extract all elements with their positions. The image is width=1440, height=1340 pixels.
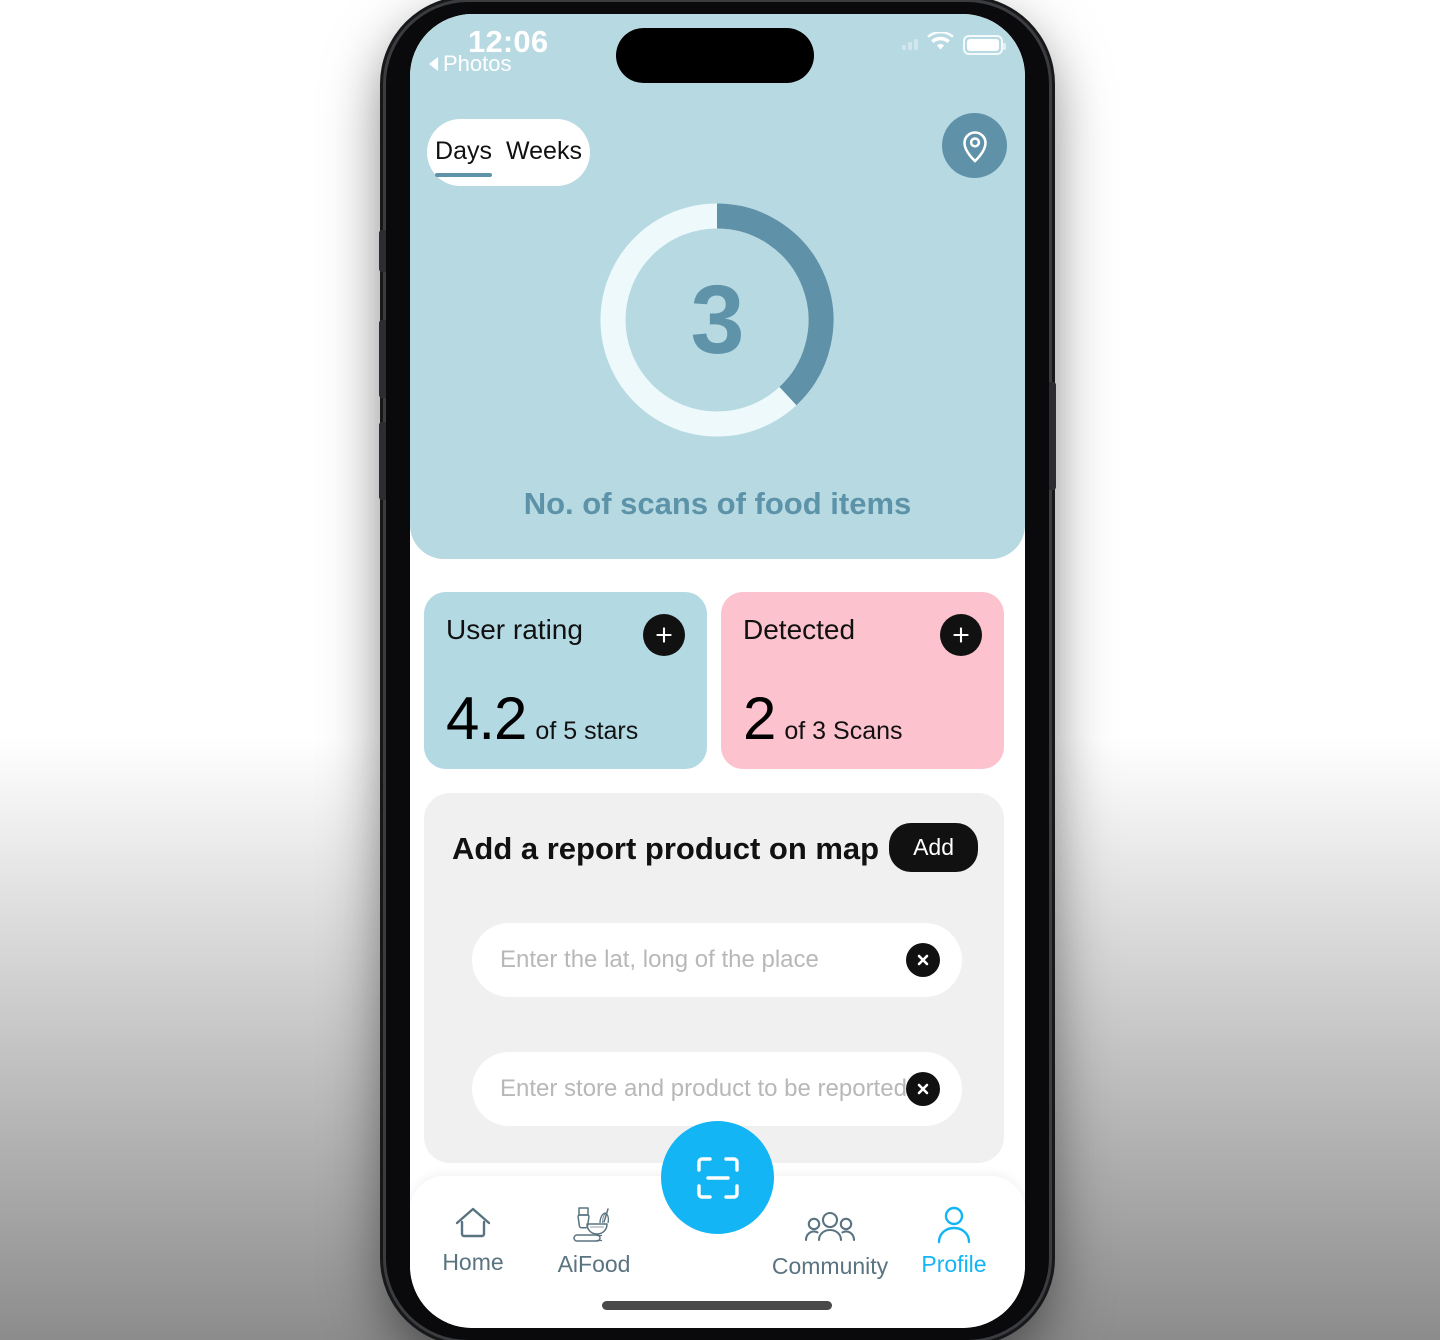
location-pin-button[interactable] bbox=[942, 113, 1007, 178]
signal-icon bbox=[902, 39, 918, 50]
nav-item-profile[interactable]: Profile bbox=[896, 1204, 1012, 1278]
report-panel-title: Add a report product on map bbox=[452, 831, 880, 866]
scan-fab-button[interactable] bbox=[661, 1121, 774, 1234]
back-arrow-icon bbox=[429, 57, 438, 71]
nav-label-home: Home bbox=[442, 1249, 504, 1275]
nav-item-home[interactable]: Home bbox=[415, 1204, 531, 1276]
close-circle-icon bbox=[917, 1083, 929, 1095]
latlong-input[interactable]: Enter the lat, long of the place bbox=[472, 923, 962, 997]
location-pin-icon bbox=[962, 130, 987, 163]
nav-label-community: Community bbox=[771, 1253, 889, 1279]
latlong-clear-button[interactable] bbox=[906, 943, 940, 977]
user-rating-value-row: 4.2 of 5 stars bbox=[446, 684, 638, 753]
bottom-navigation-bar: Home AiFood Community Profile bbox=[410, 1121, 1025, 1328]
scan-frame-icon bbox=[696, 1156, 739, 1199]
segment-weeks[interactable]: Weeks bbox=[506, 137, 582, 168]
nav-item-aifood[interactable]: AiFood bbox=[536, 1204, 652, 1278]
store-product-input-placeholder: Enter store and product to be reported bbox=[500, 1075, 906, 1102]
battery-icon bbox=[963, 34, 1006, 55]
volume-down-button[interactable] bbox=[379, 422, 386, 500]
nav-item-community[interactable]: Community bbox=[772, 1210, 888, 1280]
dynamic-island bbox=[616, 28, 814, 83]
wifi-icon bbox=[927, 30, 954, 57]
phone-screen: 12:06 Photos Days Weeks 3 No. of scans o… bbox=[410, 14, 1025, 1328]
detected-card[interactable]: Detected 2 of 3 Scans bbox=[721, 592, 1004, 769]
home-icon bbox=[455, 1207, 491, 1238]
cooking-bowl-whisk-icon bbox=[573, 1207, 610, 1242]
status-bar: 12:06 Photos bbox=[410, 14, 1025, 88]
scans-donut-chart: 3 bbox=[593, 196, 841, 444]
back-to-photos-link[interactable]: Photos bbox=[429, 51, 512, 77]
phone-device-frame: 12:06 Photos Days Weeks 3 No. of scans o… bbox=[379, 2, 1056, 1340]
report-product-panel: Add a report product on map Add Enter th… bbox=[424, 793, 1004, 1163]
close-circle-icon bbox=[917, 954, 929, 966]
detected-value: 2 bbox=[743, 685, 776, 752]
days-weeks-segmented-control[interactable]: Days Weeks bbox=[427, 119, 590, 186]
store-product-input[interactable]: Enter store and product to be reported bbox=[472, 1052, 962, 1126]
plus-icon bbox=[953, 627, 969, 643]
back-label: Photos bbox=[443, 51, 512, 76]
detected-suffix: of 3 Scans bbox=[784, 717, 903, 745]
power-button[interactable] bbox=[1049, 382, 1056, 490]
user-rating-value: 4.2 bbox=[446, 685, 527, 752]
donut-center-value: 3 bbox=[690, 265, 745, 374]
person-icon bbox=[937, 1206, 971, 1244]
user-rating-add-button[interactable] bbox=[643, 614, 685, 656]
user-rating-card[interactable]: User rating 4.2 of 5 stars bbox=[424, 592, 707, 769]
people-group-icon bbox=[804, 1211, 856, 1242]
donut-chart-title: No. of scans of food items bbox=[523, 486, 912, 521]
nav-label-aifood: AiFood bbox=[557, 1251, 631, 1277]
latlong-input-placeholder: Enter the lat, long of the place bbox=[500, 946, 819, 973]
user-rating-suffix: of 5 stars bbox=[535, 717, 639, 745]
detected-value-row: 2 of 3 Scans bbox=[743, 684, 903, 753]
scans-summary-card: 12:06 Photos Days Weeks 3 No. of scans o… bbox=[410, 14, 1025, 559]
status-bar-indicators bbox=[902, 30, 1006, 57]
volume-up-button[interactable] bbox=[379, 320, 386, 398]
report-add-button[interactable]: Add bbox=[889, 823, 978, 872]
store-product-clear-button[interactable] bbox=[906, 1072, 940, 1106]
silent-switch-button[interactable] bbox=[379, 230, 386, 272]
home-indicator[interactable] bbox=[602, 1301, 832, 1310]
plus-icon bbox=[656, 627, 672, 643]
detected-add-button[interactable] bbox=[940, 614, 982, 656]
segment-days[interactable]: Days bbox=[435, 137, 492, 177]
nav-label-profile: Profile bbox=[921, 1251, 987, 1277]
